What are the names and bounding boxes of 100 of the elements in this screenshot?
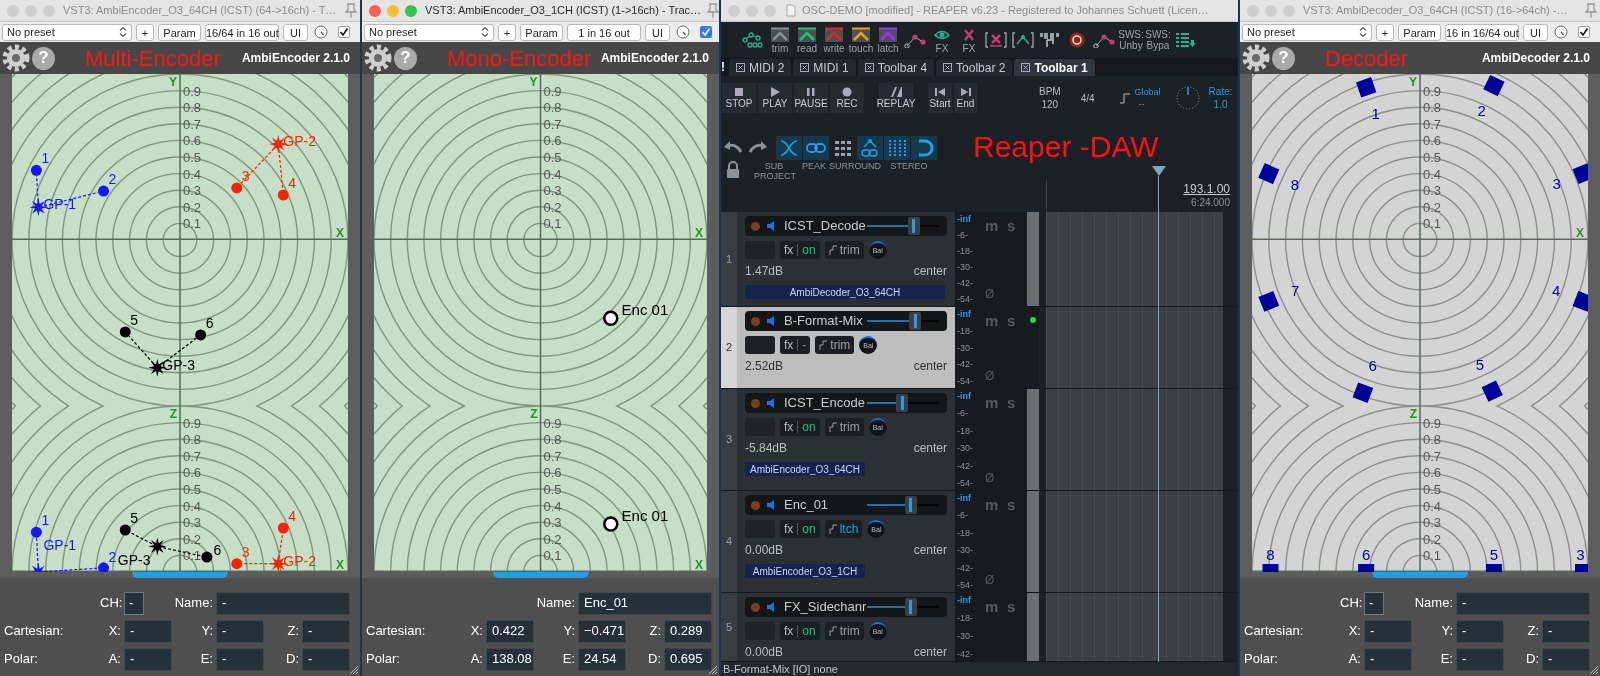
toolbar-tab[interactable]: Toolbar 2 [936,59,1013,76]
text-field[interactable]: - [1456,619,1504,643]
speaker-icon[interactable] [766,500,776,510]
knob-icon[interactable] [1554,25,1568,39]
panner-plot[interactable]: 0.9 0.8 0.7 0.6 0.5 0.4 0.3 0.2 0.1 X Y 1 2 GP-1 3 4 GP-2 5 6 GP-3 [12,74,348,406]
record-button[interactable]: REC [830,83,864,113]
enable-checkbox[interactable] [1578,26,1590,38]
volume-fader[interactable] [904,496,917,514]
close-icon[interactable] [943,63,953,72]
ui-button[interactable]: UI [1523,23,1548,41]
go-to-start-button[interactable]: Start [928,83,952,113]
text-field[interactable]: - [1364,647,1412,671]
channel-field[interactable]: - [1364,591,1384,615]
go-to-end-button[interactable]: End [954,83,977,113]
settings-icon[interactable] [364,44,392,72]
source-dot[interactable] [231,558,243,570]
automation-mode-button[interactable]: latch [876,24,900,56]
track-name[interactable]: Enc_01 [784,495,829,515]
enable-checkbox[interactable] [338,26,350,38]
text-field[interactable]: 24.54 [578,647,626,671]
close-icon[interactable] [1021,63,1031,72]
param-button[interactable]: Param [158,23,201,41]
close-icon[interactable] [864,63,874,72]
fx-button[interactable]: FX [930,24,954,56]
stop-button[interactable]: STOP [722,83,756,113]
fx-button[interactable]: fx on [780,241,820,259]
pause-button[interactable]: PAUSE [794,83,828,113]
source-dot[interactable] [201,551,213,563]
sws-button[interactable]: SWS: Unby [1119,24,1143,56]
param-button[interactable]: Param [520,23,563,41]
volume-fader[interactable] [904,598,917,616]
track-name[interactable]: ICST_Decode [784,216,866,236]
snap-button[interactable] [911,136,937,160]
speaker-icon[interactable] [766,316,776,326]
knob-icon[interactable] [314,25,328,39]
io-button[interactable]: 16 in 16/64 out [1445,23,1519,41]
ui-button[interactable]: UI [283,23,308,41]
text-field[interactable]: - [1542,619,1590,643]
track-name[interactable]: ICST_Encode [784,393,865,413]
channel-field[interactable]: - [124,591,144,615]
text-field[interactable]: - [216,619,264,643]
text-field[interactable]: - [302,619,350,643]
replay-button[interactable]: REPLAY [879,83,913,113]
ui-button[interactable]: UI [645,23,670,41]
text-field[interactable]: −0.471 [578,619,626,643]
crossfade-button[interactable] [776,136,802,160]
text-field[interactable]: 0.289 [664,619,712,643]
knob-icon[interactable] [676,25,690,39]
fx-chain-label[interactable]: AmbiEncoder_O3_64CH [745,462,865,476]
param-button[interactable]: Param [1398,23,1441,41]
fx-button[interactable]: fx on [780,418,820,436]
automation-mode-button[interactable]: write [822,24,846,56]
volume-fader[interactable] [896,394,909,412]
source-dot[interactable] [603,516,619,532]
close-icon[interactable] [800,63,810,72]
playhead-marker-icon[interactable] [1152,166,1166,176]
name-field[interactable]: - [216,591,350,615]
settings-icon[interactable] [2,44,30,72]
automation-button[interactable]: ltch [824,520,863,538]
source-dot[interactable] [30,526,42,538]
source-dot[interactable] [277,189,289,201]
group-button[interactable] [857,136,883,160]
source-dot[interactable] [277,522,289,534]
speaker-layout-plot[interactable]: 0.9 0.8 0.7 0.6 0.5 0.4 0.3 0.2 0.1 Z 8 6 5 3 [1252,406,1588,572]
group-center-star[interactable] [148,537,167,556]
source-dot[interactable] [119,524,131,536]
speaker-icon[interactable] [766,221,776,231]
text-field[interactable]: - [1542,647,1590,671]
settings-icon[interactable] [1242,44,1270,72]
close-icon[interactable] [736,63,745,72]
panner-plot[interactable]: 0.9 0.8 0.7 0.6 0.5 0.4 0.3 0.2 0.1 X Y Enc 01 [374,74,707,406]
fx-chain-label[interactable]: AmbiDecoder_O3_64CH [745,285,945,299]
volume-fader[interactable] [909,312,922,330]
source-dot[interactable] [30,164,42,176]
toolbar-tab[interactable]: MIDI 2 [729,59,792,76]
source-dot[interactable] [603,310,619,326]
name-field[interactable]: Enc_01 [578,591,712,615]
panner-plot[interactable]: 0.9 0.8 0.7 0.6 0.5 0.4 0.3 0.2 0.1 X Z Enc 01 [374,406,707,572]
text-field[interactable]: 0.695 [664,647,712,671]
resize-grip-icon[interactable] [349,665,359,675]
text-field[interactable]: - [124,647,172,671]
fx-button[interactable]: fx - [780,336,811,354]
source-dot[interactable] [119,326,131,338]
source-dot[interactable] [231,182,243,194]
resize-grip-icon[interactable] [708,665,718,675]
text-field[interactable]: - [1456,647,1504,671]
name-field[interactable]: - [1456,591,1590,615]
preset-dropdown[interactable]: No preset [2,23,132,41]
volume-fader[interactable] [907,217,920,235]
automation-button[interactable]: trim [824,622,864,640]
toolbar-tab[interactable]: MIDI 1 [793,59,856,76]
add-button[interactable]: + [498,23,516,41]
preset-dropdown[interactable]: No preset [364,23,494,41]
play-button[interactable]: PLAY [758,83,792,113]
source-dot[interactable] [195,329,207,341]
preset-dropdown[interactable]: No preset [1242,23,1372,41]
automation-button[interactable]: trim [824,241,864,259]
fx-button[interactable]: fx on [780,520,820,538]
automation-mode-button[interactable]: read [795,24,819,56]
resize-grip-icon[interactable] [1589,665,1599,675]
